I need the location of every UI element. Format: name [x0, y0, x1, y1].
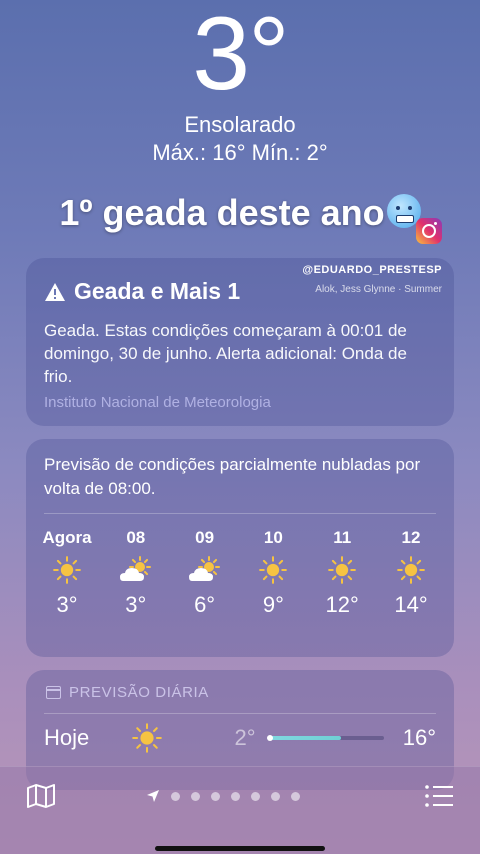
divider [44, 513, 436, 514]
page-dot[interactable] [271, 791, 280, 801]
page-dot[interactable] [171, 791, 180, 801]
sun-icon [378, 550, 444, 590]
hour-label: Agora [42, 528, 92, 547]
daily-row[interactable]: Hoje 2° 16° [26, 716, 454, 760]
watermark: @EDUARDO_PRESTESP [302, 264, 442, 276]
music-caption: Alok, Jess Glynne · Summer [315, 284, 442, 295]
hourly-forecast[interactable]: Previsão de condições parcialmente nubla… [26, 439, 454, 657]
day-high: 16° [402, 725, 436, 750]
warning-icon [44, 282, 66, 302]
home-indicator [155, 846, 325, 851]
instagram-icon [416, 218, 442, 244]
map-button[interactable] [26, 783, 56, 809]
alert-source[interactable]: Instituto Nacional de Meteorologia [44, 394, 436, 411]
page-dot[interactable] [291, 791, 300, 801]
list-icon [425, 785, 453, 807]
hour-label: 11 [333, 528, 352, 547]
hour-temperature: 3° [125, 592, 147, 617]
overlay-caption: 1º geada deste ano [0, 192, 480, 234]
hour-temperature: 12° [325, 592, 359, 617]
city-list-button[interactable] [424, 783, 454, 809]
current-temperature: 3° [192, 0, 289, 112]
hourly-list[interactable]: Agora 3° 08 3° 09 6° 10 9° 11 12° 12 14° [26, 528, 454, 618]
hour-label: 09 [195, 528, 215, 547]
divider [44, 713, 436, 714]
hour-item: Agora 3° [34, 528, 100, 618]
daily-header-label: PREVISÃO DIÁRIA [69, 684, 209, 701]
hourly-description: Previsão de condições parcialmente nubla… [44, 455, 421, 498]
hour-item: 09 6° [172, 528, 238, 618]
page-indicator[interactable] [146, 789, 300, 803]
severe-weather-alert[interactable]: @EDUARDO_PRESTESP Alok, Jess Glynne · Su… [26, 258, 454, 426]
day-low: 2° [234, 725, 256, 750]
current-conditions: 3° Ensolarado Máx.: 16° Mín.: 2° [0, 0, 480, 166]
hour-item: 11 12° [309, 528, 375, 618]
high-low: Máx.: 16° Mín.: 2° [152, 140, 328, 165]
partly-cloudy-icon [172, 550, 238, 590]
page-dot[interactable] [191, 791, 200, 801]
calendar-icon [46, 686, 61, 699]
current-temperature-dot [266, 735, 273, 741]
hour-item: 12 14° [378, 528, 444, 618]
sun-icon [34, 550, 100, 590]
daily-header: PREVISÃO DIÁRIA [26, 670, 454, 701]
day-name: Hoje [44, 725, 90, 750]
hour-temperature: 3° [56, 592, 78, 617]
hour-item: 08 3° [103, 528, 169, 618]
map-icon [27, 784, 55, 808]
sun-icon [129, 723, 166, 753]
hour-temperature: 14° [394, 592, 428, 617]
page-dot[interactable] [231, 791, 240, 801]
hour-label: 10 [263, 528, 283, 547]
hour-item: 10 9° [240, 528, 306, 618]
temperature-range-bar [266, 735, 384, 741]
temperature-range-fill [269, 736, 341, 740]
hour-label: 12 [401, 528, 421, 547]
overlay-caption-text: 1º geada deste ano [59, 192, 385, 233]
bottom-toolbar [0, 766, 480, 854]
alert-body: Geada. Estas condições começaram à 00:01… [44, 321, 407, 386]
partly-cloudy-icon [103, 550, 169, 590]
hour-temperature: 6° [194, 592, 216, 617]
current-condition: Ensolarado [184, 112, 296, 137]
sun-icon [309, 550, 375, 590]
hour-temperature: 9° [262, 592, 284, 617]
page-dot[interactable] [251, 791, 260, 801]
alert-title-text: Geada e Mais 1 [74, 278, 241, 304]
location-arrow-icon[interactable] [146, 789, 160, 803]
hour-label: 08 [126, 528, 146, 547]
sun-icon [240, 550, 306, 590]
page-dot[interactable] [211, 791, 220, 801]
